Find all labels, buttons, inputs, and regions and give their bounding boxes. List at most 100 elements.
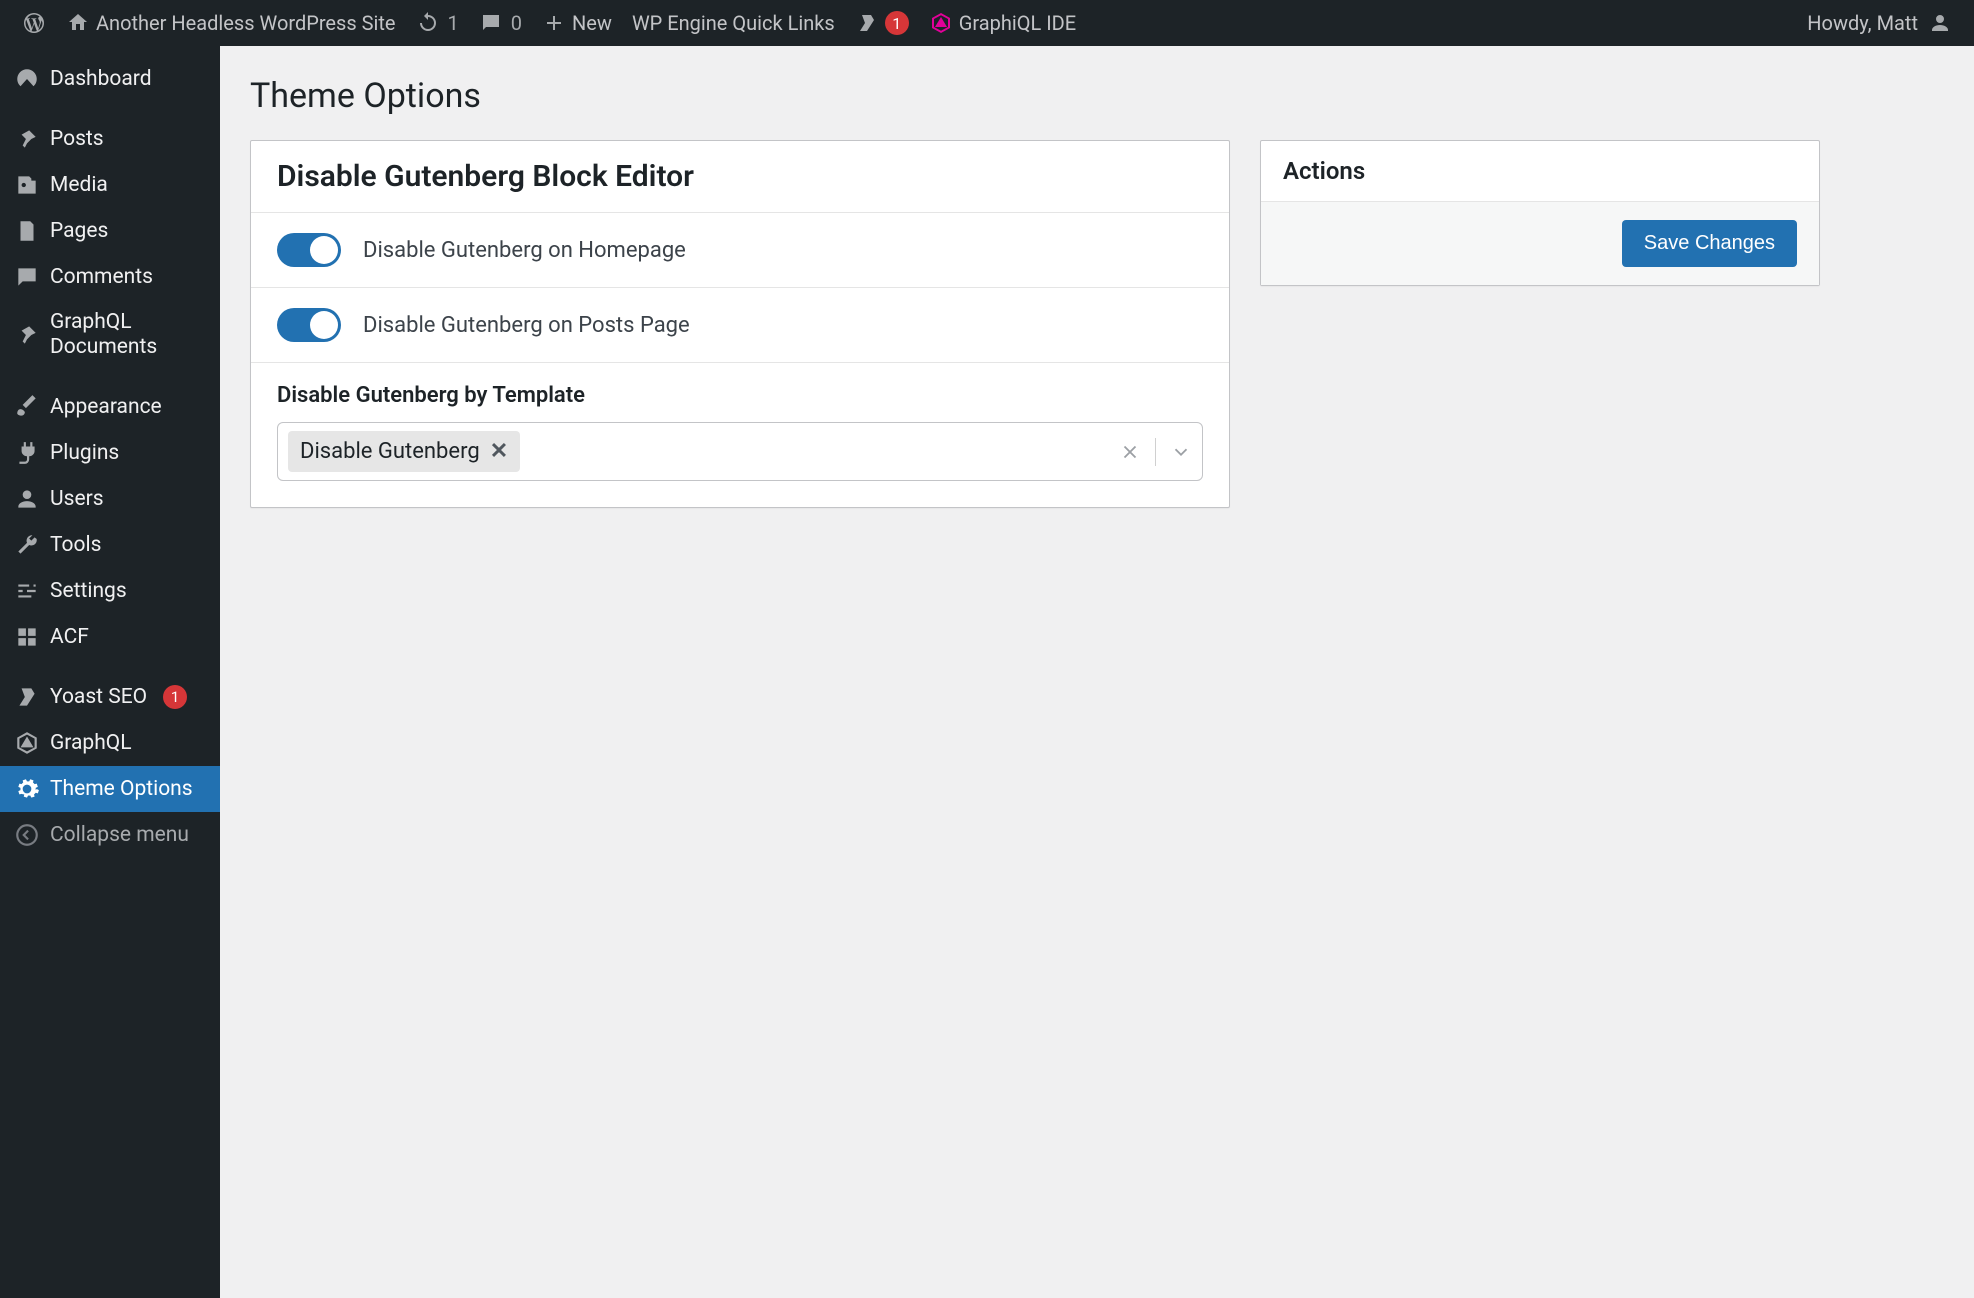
grid-icon bbox=[14, 624, 40, 650]
wpengine-label: WP Engine Quick Links bbox=[632, 11, 835, 35]
update-icon bbox=[416, 11, 440, 35]
sidebar-item-label: ACF bbox=[50, 625, 89, 649]
sidebar-item-label: Appearance bbox=[50, 395, 162, 419]
sidebar-item-label: Pages bbox=[50, 219, 108, 243]
collapse-label: Collapse menu bbox=[50, 823, 189, 847]
yoast-adminbar[interactable]: 1 bbox=[845, 0, 919, 46]
multiselect-clear-icon[interactable] bbox=[1119, 441, 1141, 463]
toggle-disable-posts-page[interactable] bbox=[277, 308, 341, 342]
admin-sidebar: Dashboard Posts Media Pages Comments Gra… bbox=[0, 46, 220, 1298]
plus-icon bbox=[542, 11, 566, 35]
divider bbox=[1155, 438, 1156, 466]
yoast-badge: 1 bbox=[885, 11, 909, 35]
plug-icon bbox=[14, 440, 40, 466]
sidebar-item-label: Plugins bbox=[50, 441, 119, 465]
sidebar-item-label: Comments bbox=[50, 265, 153, 289]
graphiql-ide-link[interactable]: GraphiQL IDE bbox=[919, 0, 1086, 46]
option-label: Disable Gutenberg on Homepage bbox=[363, 238, 686, 263]
sidebar-item-yoast-seo[interactable]: Yoast SEO 1 bbox=[0, 674, 220, 720]
chevron-down-icon[interactable] bbox=[1170, 441, 1192, 463]
sidebar-item-users[interactable]: Users bbox=[0, 476, 220, 522]
sidebar-item-pages[interactable]: Pages bbox=[0, 208, 220, 254]
site-name-menu[interactable]: Another Headless WordPress Site bbox=[56, 0, 406, 46]
template-section: Disable Gutenberg by Template Disable Gu… bbox=[251, 363, 1229, 507]
wordpress-icon bbox=[22, 11, 46, 35]
media-icon bbox=[14, 172, 40, 198]
yoast-icon bbox=[855, 11, 879, 35]
page-title: Theme Options bbox=[250, 76, 1944, 116]
option-label: Disable Gutenberg on Posts Page bbox=[363, 313, 690, 338]
sidebar-item-label: Posts bbox=[50, 127, 104, 151]
graphql-icon bbox=[929, 11, 953, 35]
multiselect-controls bbox=[1119, 438, 1192, 466]
wrench-icon bbox=[14, 532, 40, 558]
sidebar-item-label: GraphQL Documents bbox=[50, 310, 206, 360]
comments-menu[interactable]: 0 bbox=[469, 0, 532, 46]
save-changes-button[interactable]: Save Changes bbox=[1622, 220, 1797, 267]
greeting-text: Howdy, Matt bbox=[1807, 11, 1918, 35]
sidebar-item-tools[interactable]: Tools bbox=[0, 522, 220, 568]
yoast-update-badge: 1 bbox=[163, 685, 187, 709]
sidebar-item-acf[interactable]: ACF bbox=[0, 614, 220, 660]
option-row-homepage: Disable Gutenberg on Homepage bbox=[251, 213, 1229, 288]
brush-icon bbox=[14, 394, 40, 420]
wp-logo-menu[interactable] bbox=[12, 0, 56, 46]
yoast-icon bbox=[14, 684, 40, 710]
graphql-icon bbox=[14, 730, 40, 756]
chip-label: Disable Gutenberg bbox=[300, 439, 480, 464]
sidebar-item-label: Yoast SEO bbox=[50, 685, 147, 709]
sidebar-item-graphql-documents[interactable]: GraphQL Documents bbox=[0, 300, 220, 370]
template-multiselect[interactable]: Disable Gutenberg ✕ bbox=[277, 422, 1203, 481]
sidebar-item-label: Media bbox=[50, 173, 108, 197]
pin-icon bbox=[14, 322, 40, 348]
site-title: Another Headless WordPress Site bbox=[96, 11, 396, 35]
pin-icon bbox=[14, 126, 40, 152]
sidebar-item-graphql[interactable]: GraphQL bbox=[0, 720, 220, 766]
comment-icon bbox=[14, 264, 40, 290]
actions-panel: Actions Save Changes bbox=[1260, 140, 1820, 286]
user-icon bbox=[14, 486, 40, 512]
user-avatar-icon bbox=[1928, 11, 1952, 35]
pages-icon bbox=[14, 218, 40, 244]
sidebar-item-theme-options[interactable]: Theme Options bbox=[0, 766, 220, 812]
sidebar-item-appearance[interactable]: Appearance bbox=[0, 384, 220, 430]
comments-count: 0 bbox=[511, 11, 522, 35]
admin-bar: Another Headless WordPress Site 1 0 New … bbox=[0, 0, 1974, 46]
template-chip: Disable Gutenberg ✕ bbox=[288, 431, 520, 472]
sidebar-item-comments[interactable]: Comments bbox=[0, 254, 220, 300]
sidebar-item-label: Theme Options bbox=[50, 777, 193, 801]
main-content: Theme Options Disable Gutenberg Block Ed… bbox=[220, 46, 1974, 1298]
toggle-knob bbox=[310, 311, 338, 339]
new-label: New bbox=[572, 11, 612, 35]
sidebar-item-settings[interactable]: Settings bbox=[0, 568, 220, 614]
actions-heading: Actions bbox=[1261, 141, 1819, 202]
sliders-icon bbox=[14, 578, 40, 604]
option-row-posts-page: Disable Gutenberg on Posts Page bbox=[251, 288, 1229, 363]
gear-icon bbox=[14, 776, 40, 802]
comment-icon bbox=[479, 11, 503, 35]
wpengine-quick-links[interactable]: WP Engine Quick Links bbox=[622, 0, 845, 46]
sidebar-item-label: Dashboard bbox=[50, 67, 152, 91]
collapse-icon bbox=[14, 822, 40, 848]
graphiql-label: GraphiQL IDE bbox=[959, 11, 1076, 35]
sidebar-item-label: Users bbox=[50, 487, 104, 511]
sidebar-item-label: Settings bbox=[50, 579, 127, 603]
panel-heading: Disable Gutenberg Block Editor bbox=[251, 141, 1229, 213]
sidebar-item-dashboard[interactable]: Dashboard bbox=[0, 56, 220, 102]
chip-remove-icon[interactable]: ✕ bbox=[490, 439, 508, 464]
collapse-menu-button[interactable]: Collapse menu bbox=[0, 812, 220, 858]
updates-menu[interactable]: 1 bbox=[406, 0, 469, 46]
toggle-knob bbox=[310, 236, 338, 264]
account-menu[interactable]: Howdy, Matt bbox=[1797, 0, 1962, 46]
sidebar-item-posts[interactable]: Posts bbox=[0, 116, 220, 162]
template-section-label: Disable Gutenberg by Template bbox=[277, 383, 1203, 408]
updates-count: 1 bbox=[448, 11, 459, 35]
sidebar-item-media[interactable]: Media bbox=[0, 162, 220, 208]
sidebar-item-label: Tools bbox=[50, 533, 101, 557]
toggle-disable-homepage[interactable] bbox=[277, 233, 341, 267]
new-content-menu[interactable]: New bbox=[532, 0, 622, 46]
home-icon bbox=[66, 11, 90, 35]
gutenberg-panel: Disable Gutenberg Block Editor Disable G… bbox=[250, 140, 1230, 508]
sidebar-item-label: GraphQL bbox=[50, 731, 132, 755]
sidebar-item-plugins[interactable]: Plugins bbox=[0, 430, 220, 476]
